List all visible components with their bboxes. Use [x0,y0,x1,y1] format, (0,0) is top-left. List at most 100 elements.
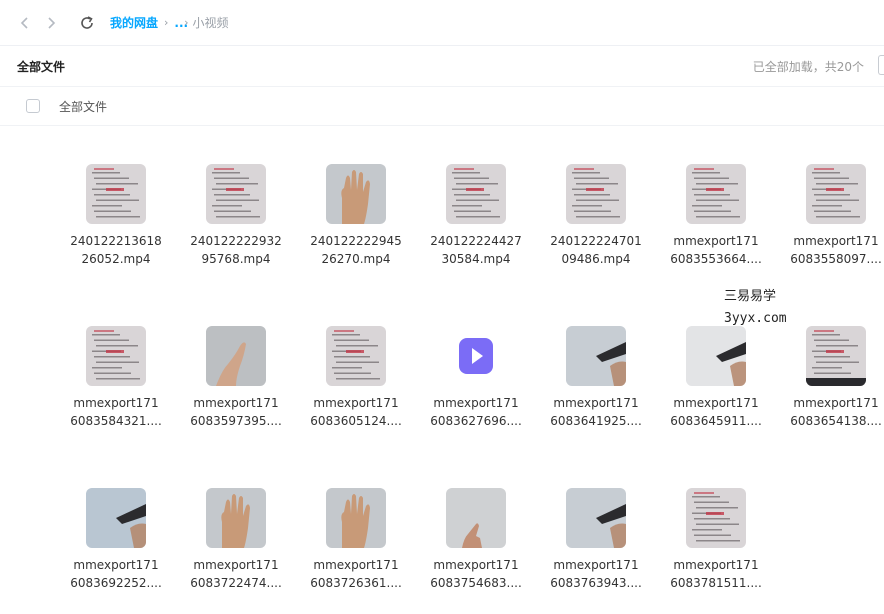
file-name-line1: mmexport171 [793,396,879,410]
file-name-line2: 6083584321.... [70,414,162,428]
file-name-line1: mmexport171 [553,396,639,410]
file-name: 240122222932 95768.mp4 [176,232,296,268]
file-name-line2: 6083597395.... [190,414,282,428]
video-thumbnail [86,164,146,224]
file-name-line1: mmexport171 [433,396,519,410]
file-name: mmexport171 6083726361.... [296,556,416,592]
file-name: mmexport171 6083584321.... [56,394,176,430]
video-thumbnail [686,488,746,548]
file-tile[interactable]: mmexport171 6083722474.... [176,488,296,598]
video-thumbnail [446,164,506,224]
file-name: mmexport171 6083754683.... [416,556,536,592]
select-all-checkbox[interactable] [26,99,40,113]
video-thumbnail [326,326,386,386]
file-name-line2: 6083692252.... [70,576,162,590]
breadcrumb-root[interactable]: 我的网盘 [110,14,158,31]
load-status: 已全部加载，共20个 [752,59,864,74]
file-name-line1: 240122224427 [430,234,522,248]
file-tile[interactable]: 240122224701 09486.mp4 [536,164,656,274]
file-tile[interactable]: mmexport171 6083692252.... [56,488,176,598]
file-name: mmexport171 6083654138.... [776,394,884,430]
video-thumbnail [86,488,146,548]
select-all-label: 全部文件 [59,99,108,114]
file-tile[interactable]: mmexport171 6083726361.... [296,488,416,598]
file-name-line1: 240122224701 [550,234,642,248]
file-name-line2: 6083763943.... [550,576,642,590]
video-thumbnail [86,326,146,386]
file-name: mmexport171 6083645911.... [656,394,776,430]
chevron-right-icon[interactable] [40,12,62,34]
file-name: 240122222945 26270.mp4 [296,232,416,268]
refresh-icon[interactable] [76,12,98,34]
file-name-line2: 6083553664.... [670,252,762,266]
video-thumbnail [446,488,506,548]
file-name-line2: 6083645911.... [670,414,762,428]
file-name-line1: mmexport171 [673,234,759,248]
file-name-line1: mmexport171 [313,558,399,572]
view-toggle[interactable] [878,55,884,75]
file-name-line2: 6083722474.... [190,576,282,590]
file-name-line1: mmexport171 [673,558,759,572]
video-thumbnail [806,326,866,386]
file-name: mmexport171 6083605124.... [296,394,416,430]
file-name: mmexport171 6083597395.... [176,394,296,430]
file-tile[interactable]: mmexport171 6083597395.... [176,326,296,436]
video-thumbnail [326,488,386,548]
file-name-line1: mmexport171 [193,558,279,572]
breadcrumb: 我的网盘 › ... › 小视频 [110,14,229,31]
file-tile[interactable]: 240122222932 95768.mp4 [176,164,296,274]
video-thumbnail [206,488,266,548]
video-thumbnail [686,326,746,386]
video-thumbnail [566,326,626,386]
file-name-line2: 6083627696.... [430,414,522,428]
file-name: mmexport171 6083641925.... [536,394,656,430]
file-name: mmexport171 6083722474.... [176,556,296,592]
file-name-line2: 09486.mp4 [561,252,631,266]
file-tile[interactable]: mmexport171 6083754683.... [416,488,536,598]
file-tile[interactable]: mmexport171 6083763943.... [536,488,656,598]
file-name-line2: 6083781511.... [670,576,762,590]
file-name-line2: 26270.mp4 [321,252,391,266]
video-thumbnail [326,164,386,224]
page-title: 全部文件 [17,59,66,74]
file-tile[interactable]: mmexport171 6083605124.... [296,326,416,436]
file-tile[interactable]: 240122224427 30584.mp4 [416,164,536,274]
file-name: 240122224701 09486.mp4 [536,232,656,268]
file-tile[interactable]: mmexport171 6083645911.... [656,326,776,436]
file-tile[interactable]: mmexport171 6083654138.... [776,326,884,436]
file-tile[interactable]: 240122213618 26052.mp4 [56,164,176,274]
file-name: mmexport171 6083627696.... [416,394,536,430]
file-tile[interactable]: mmexport171 6083558097.... [776,164,884,274]
watermark-line1: 三易易学 [724,289,777,304]
file-name-line2: 6083641925.... [550,414,642,428]
select-all-bar: 全部文件 [0,86,884,126]
video-thumbnail [206,164,266,224]
file-tile[interactable]: 240122222945 26270.mp4 [296,164,416,274]
file-name-line2: 26052.mp4 [81,252,151,266]
file-name: mmexport171 6083781511.... [656,556,776,592]
file-name-line1: mmexport171 [313,396,399,410]
file-name: mmexport171 6083692252.... [56,556,176,592]
file-name-line1: mmexport171 [793,234,879,248]
file-tile[interactable]: mmexport171 6083627696.... [416,326,536,436]
file-tile[interactable]: mmexport171 6083781511.... [656,488,776,598]
file-tile[interactable]: mmexport171 6083553664.... [656,164,776,274]
file-name-line1: mmexport171 [553,558,639,572]
video-thumbnail [566,164,626,224]
file-name-line2: 6083558097.... [790,252,882,266]
breadcrumb-current: 小视频 [192,16,229,30]
file-name-line2: 6083754683.... [430,576,522,590]
file-name-line1: mmexport171 [673,396,759,410]
file-tile[interactable]: mmexport171 6083584321.... [56,326,176,436]
file-name: mmexport171 6083558097.... [776,232,884,268]
chevron-left-icon[interactable] [14,12,36,34]
video-thumbnail [686,164,746,224]
chevron-right-icon: › [184,16,189,29]
file-name-line1: mmexport171 [433,558,519,572]
toolbar: 我的网盘 › ... › 小视频 [0,0,884,46]
file-tile[interactable]: mmexport171 6083641925.... [536,326,656,436]
file-name-line1: 240122222932 [190,234,282,248]
file-name-line1: 240122213618 [70,234,162,248]
file-name: mmexport171 6083553664.... [656,232,776,268]
video-file-icon [446,326,506,386]
